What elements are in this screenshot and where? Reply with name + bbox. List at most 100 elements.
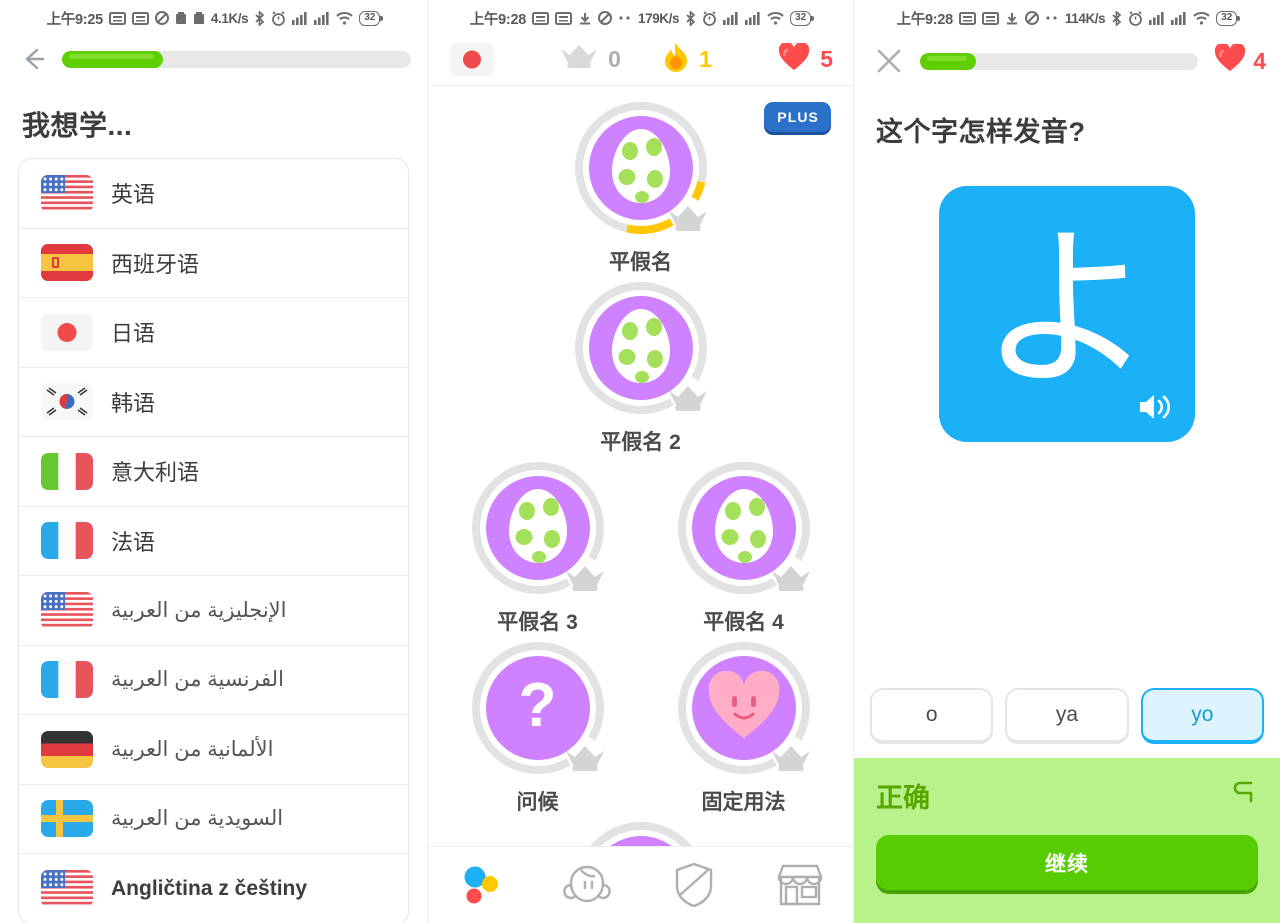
- streak-value: 1: [699, 46, 712, 72]
- trash-icon: [193, 11, 205, 25]
- language-row[interactable]: السويدية من العربية: [19, 785, 408, 854]
- language-row[interactable]: 英语: [19, 159, 408, 229]
- panel-skill-tree: 上午9:28 179K/s 32 0 1 5 PLUS 平假名 平假名 2 平假…: [427, 0, 854, 923]
- jp-flag-icon: [41, 313, 93, 351]
- kr-flag-icon: [41, 383, 93, 421]
- header-flag-button[interactable]: [450, 43, 542, 76]
- network-speed: 179K/s: [637, 10, 680, 26]
- signal-icon: [745, 11, 761, 25]
- language-row[interactable]: 西班牙语: [19, 229, 408, 298]
- language-label: Angličtina z češtiny: [111, 876, 308, 900]
- keyboard-icon: [958, 11, 976, 25]
- wifi-icon: [336, 11, 353, 25]
- language-row[interactable]: الإنجليزية من العربية: [19, 576, 408, 646]
- language-row[interactable]: 韩语: [19, 368, 408, 437]
- character-card[interactable]: よ: [939, 186, 1195, 442]
- wifi-icon: [1193, 11, 1210, 25]
- language-row[interactable]: Angličtina z češtiny: [19, 854, 408, 923]
- panel-lesson: 上午9:28 114K/s 32 4 这个字怎样发音? よ o ya yo 正确…: [854, 0, 1280, 923]
- skill-node[interactable]: 平假名 2: [572, 282, 710, 456]
- se-flag-icon: [41, 800, 93, 838]
- skill-progress-ring: [677, 462, 812, 594]
- us-flag-icon: [41, 870, 93, 908]
- signal-icon: [292, 11, 308, 25]
- answer-choice-button[interactable]: ya: [1005, 688, 1129, 744]
- do-not-disturb-icon: [154, 11, 169, 25]
- answer-choice-button[interactable]: o: [870, 688, 994, 744]
- skill-node[interactable]: 平假名: [549, 86, 732, 276]
- keyboard-icon: [531, 11, 549, 25]
- character-card-wrapper: よ: [854, 186, 1280, 442]
- status-bar-a: 上午9:25 4.1K/s 32: [0, 0, 427, 34]
- hearts-counter[interactable]: 5: [736, 41, 833, 77]
- alarm-icon: [271, 10, 286, 26]
- signal-icon: [1149, 11, 1165, 25]
- answer-choice-button[interactable]: yo: [1140, 688, 1264, 744]
- es-flag-icon: [41, 244, 93, 282]
- battery-icon: 32: [1216, 10, 1241, 26]
- streak-counter[interactable]: 1: [639, 42, 736, 77]
- language-row[interactable]: 日语: [19, 298, 408, 368]
- character-glyph: よ: [979, 208, 1155, 412]
- continue-button[interactable]: 继续: [876, 835, 1258, 890]
- crown-badge-icon: [770, 564, 812, 594]
- download-icon: [578, 12, 592, 25]
- skill-progress-ring: [574, 282, 709, 414]
- page-title: 我想学...: [22, 110, 133, 141]
- fr-flag-icon: [41, 661, 93, 699]
- language-row[interactable]: 法语: [19, 507, 408, 576]
- hearts-value: 5: [820, 46, 833, 72]
- it-flag-icon: [41, 452, 93, 490]
- egg-icon: [610, 127, 672, 210]
- jp-flag-icon: [450, 43, 494, 76]
- flag-icon[interactable]: [1230, 779, 1258, 812]
- friends-tab[interactable]: [556, 859, 618, 911]
- language-label: الألمانية من العربية: [111, 737, 274, 761]
- language-label: 韩语: [111, 390, 156, 416]
- language-row[interactable]: الألمانية من العربية: [19, 715, 408, 785]
- alarm-icon: [1128, 10, 1143, 26]
- keyboard-icon: [108, 11, 126, 25]
- do-not-disturb-icon: [597, 11, 612, 25]
- signal-icon: [723, 11, 739, 25]
- language-label: 日语: [111, 321, 156, 347]
- plus-badge-button[interactable]: PLUS: [764, 102, 831, 132]
- more-icon: [1045, 15, 1059, 21]
- close-icon[interactable]: [874, 46, 904, 76]
- league-tab[interactable]: [663, 859, 725, 911]
- language-row[interactable]: 意大利语: [19, 437, 408, 507]
- back-arrow-icon[interactable]: [18, 44, 48, 74]
- course-picker-topbar: [0, 34, 427, 82]
- learn-tab[interactable]: [450, 859, 512, 911]
- language-row[interactable]: الفرنسية من العربية: [19, 646, 408, 715]
- heart-icon: [778, 41, 810, 77]
- shop-tab[interactable]: [769, 859, 831, 911]
- lesson-topbar: 4: [854, 34, 1280, 86]
- language-label: 英语: [111, 182, 156, 208]
- flame-icon: [663, 42, 689, 77]
- skill-row: 平假名 2: [428, 282, 853, 456]
- network-speed: 4.1K/s: [210, 10, 249, 26]
- heart-icon: [1214, 42, 1246, 78]
- skill-label: 平假名 3: [497, 611, 578, 634]
- crown-badge-icon: [667, 384, 709, 414]
- skill-node[interactable]: 平假名 4: [675, 462, 813, 636]
- skill-node[interactable]: ? 问候: [469, 642, 607, 816]
- bottom-navigation: [428, 846, 853, 923]
- egg-icon: [507, 487, 569, 570]
- skill-progress-ring: [549, 86, 732, 259]
- skill-node[interactable]: 固定用法: [675, 642, 813, 816]
- three-phone-screenshots: 上午9:25 4.1K/s 32 我想学... 英语西班牙语日语韩语意大利语 法语…: [0, 0, 1280, 923]
- skill-row: ? 问候 固定用法: [428, 642, 853, 816]
- bluetooth-icon: [254, 10, 265, 26]
- skill-progress-ring: ?: [471, 642, 604, 774]
- wifi-icon: [767, 11, 784, 25]
- network-speed: 114K/s: [1064, 10, 1106, 26]
- fr-flag-icon: [41, 522, 93, 560]
- result-text: 正确: [876, 783, 930, 813]
- heart-face-icon: [706, 670, 782, 746]
- skill-node[interactable]: 平假名 3: [469, 462, 607, 636]
- crown-counter[interactable]: 0: [542, 44, 639, 76]
- speaker-icon[interactable]: [1137, 390, 1175, 424]
- status-time: 上午9:28: [896, 11, 954, 28]
